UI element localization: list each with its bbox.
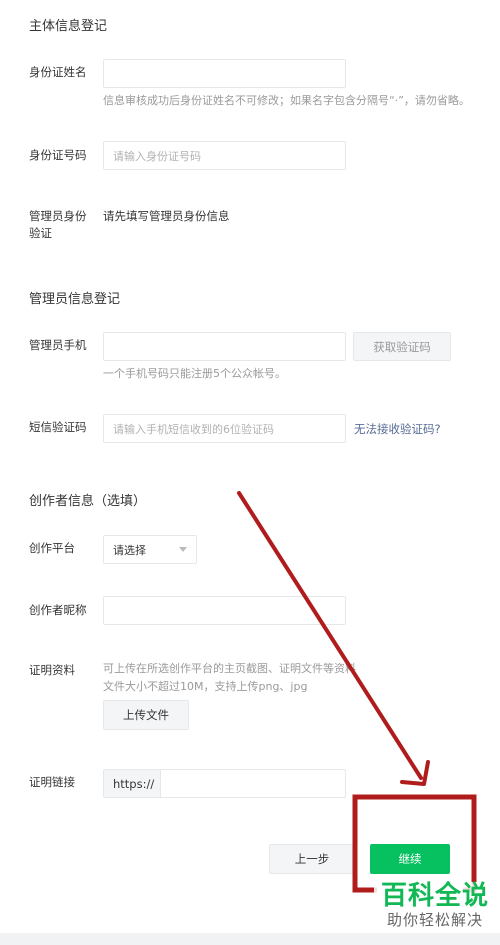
admin-phone-hint: 一个手机号码只能注册5个公众帐号。 <box>103 367 286 380</box>
creator-platform-selected: 请选择 <box>113 543 146 557</box>
id-number-label: 身份证号码 <box>29 148 87 162</box>
watermark: 百科全说 助你轻松解决 <box>374 881 496 930</box>
url-prefix: https:// <box>103 769 161 798</box>
creator-platform-label: 创作平台 <box>29 541 75 555</box>
section-title-subject: 主体信息登记 <box>29 19 108 34</box>
sms-code-input[interactable]: 请输入手机短信收到的6位验证码 <box>103 414 346 443</box>
watermark-sub: 助你轻松解决 <box>386 910 483 929</box>
continue-button[interactable]: 继续 <box>370 844 450 874</box>
proof-material-hint-1: 可上传在所选创作平台的主页截图、证明文件等资料 <box>103 662 356 675</box>
proof-link-label: 证明链接 <box>29 775 75 789</box>
creator-nickname-input[interactable] <box>103 596 346 625</box>
admin-phone-input[interactable] <box>103 332 346 361</box>
proof-material-label: 证明资料 <box>29 663 75 677</box>
bottom-strip <box>0 933 500 945</box>
admin-verify-text: 请先填写管理员身份信息 <box>103 209 230 223</box>
upload-file-button[interactable]: 上传文件 <box>103 700 189 730</box>
prev-step-button[interactable]: 上一步 <box>269 844 355 874</box>
creator-platform-select[interactable]: 请选择 <box>103 535 197 564</box>
section-title-creator: 创作者信息（选填） <box>29 494 147 509</box>
proof-link-input[interactable] <box>160 769 346 798</box>
id-name-input[interactable] <box>103 59 346 88</box>
section-title-admin: 管理员信息登记 <box>29 292 121 307</box>
admin-phone-label: 管理员手机 <box>29 338 87 352</box>
get-code-button[interactable]: 获取验证码 <box>353 332 451 361</box>
proof-material-hint-2: 文件大小不超过10M，支持上传png、jpg <box>103 680 308 693</box>
cannot-receive-code-link[interactable]: 无法接收验证码? <box>354 421 441 437</box>
id-number-input[interactable]: 请输入身份证号码 <box>103 141 346 170</box>
admin-verify-label-line2: 验证 <box>29 226 52 240</box>
watermark-main: 百科全说 <box>380 881 489 911</box>
chevron-down-icon <box>179 547 187 552</box>
annotation-arrow-head <box>400 760 430 786</box>
id-name-label: 身份证姓名 <box>29 65 87 79</box>
sms-code-label: 短信验证码 <box>29 420 87 434</box>
creator-nickname-label: 创作者昵称 <box>29 603 87 617</box>
id-name-hint: 信息审核成功后身份证姓名不可修改；如果名字包含分隔号“·”，请勿省略。 <box>103 94 470 107</box>
annotation-arrow-line <box>237 491 423 780</box>
